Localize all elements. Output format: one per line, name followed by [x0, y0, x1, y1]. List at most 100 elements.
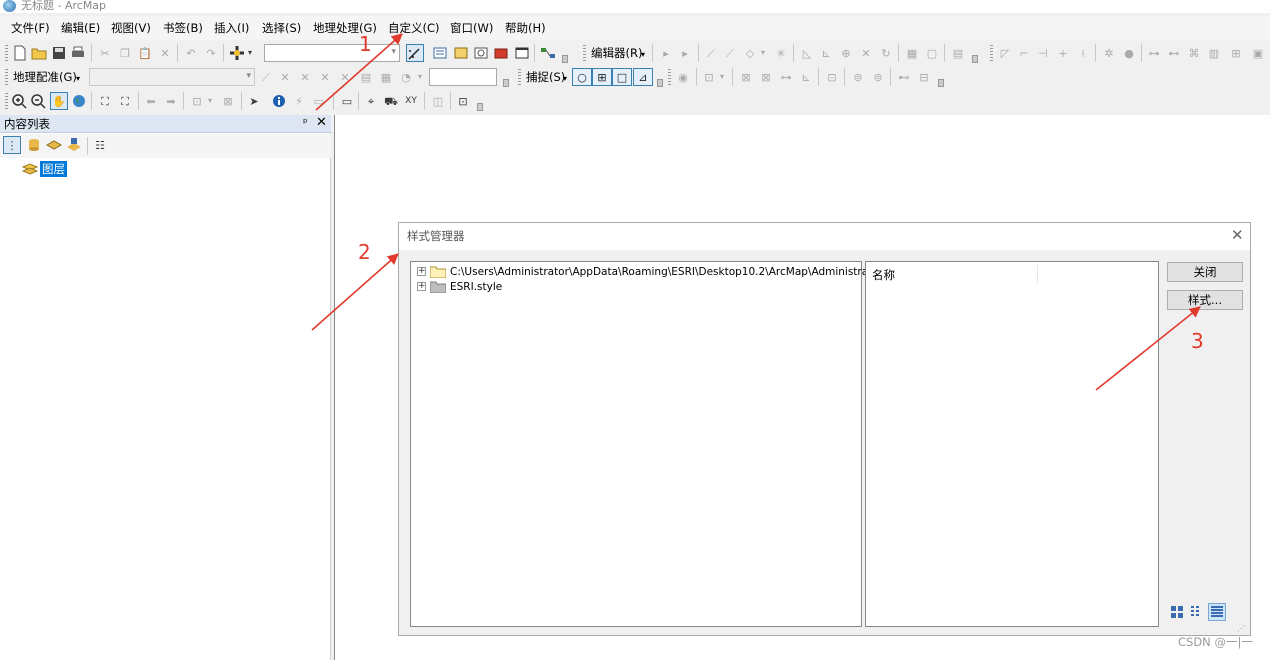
topology-node-icon[interactable]: ⊣ [1035, 45, 1051, 61]
select-elements-arrow-icon[interactable]: ➤ [246, 93, 262, 109]
spatial-adjust-icon[interactable]: ◉ [675, 69, 691, 85]
edit-annotation-icon[interactable]: ▸ [677, 45, 693, 61]
georeferencing-layer-combobox[interactable]: ▾ [89, 68, 255, 86]
zoom-in-icon[interactable] [11, 93, 27, 109]
toolbar-grip[interactable] [668, 69, 671, 85]
hyperlink-icon[interactable]: ⚡ [291, 93, 307, 109]
select-features-icon[interactable]: ⊡ [189, 93, 205, 109]
edge-snapping-icon[interactable]: ⊿ [633, 68, 653, 86]
find-binoculars-icon[interactable]: ⌖ [363, 93, 379, 109]
paste-icon[interactable]: 📋 [137, 45, 153, 61]
pin-icon[interactable]: ᵖ [303, 116, 308, 129]
viewer-icon[interactable]: ◔ [398, 69, 414, 85]
toolbar-overflow[interactable] [938, 79, 944, 87]
toolbar-grip[interactable] [5, 69, 8, 85]
validate-topology-icon[interactable]: ✲ [1101, 45, 1117, 61]
html-popup-icon[interactable]: ▭ [311, 93, 327, 109]
rotate-tool-icon[interactable]: ↻ [878, 45, 894, 61]
list-by-source-icon[interactable] [26, 137, 42, 153]
tree-item-label[interactable]: C:\Users\Administrator\AppData\Roaming\E… [450, 265, 911, 279]
column-header-name[interactable]: 名称 [872, 268, 895, 282]
edgematch-icon[interactable]: ⊜ [850, 69, 866, 85]
clear-selection-icon[interactable]: ⊠ [220, 93, 236, 109]
toolbar-overflow[interactable] [477, 103, 483, 111]
viewer-dropdown-icon[interactable]: ▾ [416, 69, 424, 85]
find-route-icon[interactable]: ⛟ [383, 93, 399, 109]
measure-icon[interactable]: ▭ [339, 93, 355, 109]
new-displacement-link-icon[interactable]: ⊠ [738, 69, 754, 85]
georef-field-combobox[interactable] [429, 68, 497, 86]
fixed-zoom-out-icon[interactable]: ⛶ [117, 93, 133, 109]
add-control-points-icon[interactable]: ⟋ [258, 69, 274, 85]
adjust-tool-icon[interactable]: ⊡ [701, 69, 717, 85]
point-icon[interactable]: ✳ [773, 45, 789, 61]
large-icons-view-icon[interactable] [1168, 603, 1186, 621]
list-view-icon[interactable] [1188, 603, 1206, 621]
snapping-menu[interactable]: 捕捉(S) [526, 70, 565, 84]
menu-insert[interactable]: 插入(I) [214, 20, 249, 36]
expand-icon[interactable]: + [417, 267, 426, 276]
styles-button[interactable]: 样式... [1167, 290, 1243, 310]
limited-adjust-icon[interactable]: ⊡ [824, 69, 840, 85]
style-items-list[interactable]: 名称 [865, 261, 1159, 627]
topology-tool-a-icon[interactable]: ⊶ [1146, 45, 1162, 61]
error-inspector-icon[interactable]: ● [1121, 45, 1137, 61]
edit-vertices-icon[interactable]: ◺ [799, 45, 815, 61]
zoom-out-icon[interactable] [30, 93, 46, 109]
toolbar-overflow[interactable] [657, 79, 663, 87]
undo-icon[interactable]: ↶ [183, 45, 199, 61]
menu-selection[interactable]: 选择(S) [262, 20, 301, 36]
georeferencing-dropdown-icon[interactable]: ▾ [76, 72, 80, 86]
topology-tool-e-icon[interactable]: ⊞ [1228, 45, 1244, 61]
details-view-icon[interactable] [1208, 603, 1226, 621]
time-slider-icon[interactable]: ◫ [430, 93, 446, 109]
menu-view[interactable]: 视图(V) [111, 20, 151, 36]
rotate-georef-icon[interactable]: ✕ [297, 69, 313, 85]
toolbar-grip[interactable] [5, 93, 8, 109]
pan-hand-icon[interactable]: ✋ [50, 92, 68, 110]
multiple-link-icon[interactable]: ⊶ [778, 69, 794, 85]
modify-link-icon[interactable]: ⊠ [758, 69, 774, 85]
editor-toolbar-icon[interactable] [406, 44, 424, 62]
adjust-dropdown-icon[interactable]: ▾ [718, 69, 726, 85]
topology-edge-icon[interactable]: ⌐ [1016, 45, 1032, 61]
new-document-icon[interactable] [12, 45, 28, 61]
georeferencing-menu[interactable]: 地理配准(G) [13, 70, 77, 84]
tree-item-label[interactable]: ESRI.style [450, 280, 502, 294]
view-link-table-icon[interactable]: ⊷ [896, 69, 912, 85]
add-data-icon[interactable] [229, 45, 245, 61]
trace-icon[interactable]: ◇ [742, 45, 758, 61]
table-of-contents-icon[interactable] [432, 45, 448, 61]
full-extent-globe-icon[interactable] [71, 93, 87, 109]
toolbar-grip[interactable] [518, 69, 521, 85]
forward-extent-icon[interactable]: ➡ [163, 93, 179, 109]
split-tool-icon[interactable]: ✕ [858, 45, 874, 61]
editor-dropdown-icon[interactable]: ▾ [641, 48, 645, 62]
cut-polygons-icon[interactable]: ⊕ [838, 45, 854, 61]
topology-tool-c-icon[interactable]: ⌘ [1186, 45, 1202, 61]
dialog-close-icon[interactable]: ✕ [1231, 227, 1244, 243]
topology-tool-b-icon[interactable]: ⊷ [1166, 45, 1182, 61]
expand-icon[interactable]: + [417, 282, 426, 291]
arctoolbox-icon[interactable] [493, 45, 509, 61]
scale-georef-icon[interactable]: ✕ [337, 69, 353, 85]
create-features-icon[interactable]: ▤ [950, 45, 966, 61]
sketch-properties-icon[interactable]: ▢ [924, 45, 940, 61]
endpoint-arc-icon[interactable]: ⟋ [722, 45, 738, 61]
save-icon[interactable] [51, 45, 67, 61]
reshape-feature-icon[interactable]: ⊾ [818, 45, 834, 61]
topology-edit-icon[interactable]: ◸ [997, 45, 1013, 61]
vertex-snapping-icon[interactable]: □ [612, 68, 632, 86]
list-by-selection-icon[interactable] [66, 137, 82, 153]
menu-edit[interactable]: 编辑(E) [61, 20, 100, 36]
toolbar-overflow[interactable] [972, 55, 978, 63]
toc-close-icon[interactable]: ✕ [316, 116, 327, 130]
menu-bookmarks[interactable]: 书签(B) [163, 20, 203, 36]
straight-segment-icon[interactable]: ⟋ [703, 45, 719, 61]
toolbar-overflow[interactable] [503, 79, 509, 87]
snapping-dropdown-icon[interactable]: ▾ [563, 72, 567, 86]
identity-link-icon[interactable]: ⊾ [798, 69, 814, 85]
menu-windows[interactable]: 窗口(W) [450, 20, 493, 36]
topology-line-icon[interactable]: ⟊ [1075, 45, 1091, 61]
copy-icon[interactable]: ❐ [117, 45, 133, 61]
